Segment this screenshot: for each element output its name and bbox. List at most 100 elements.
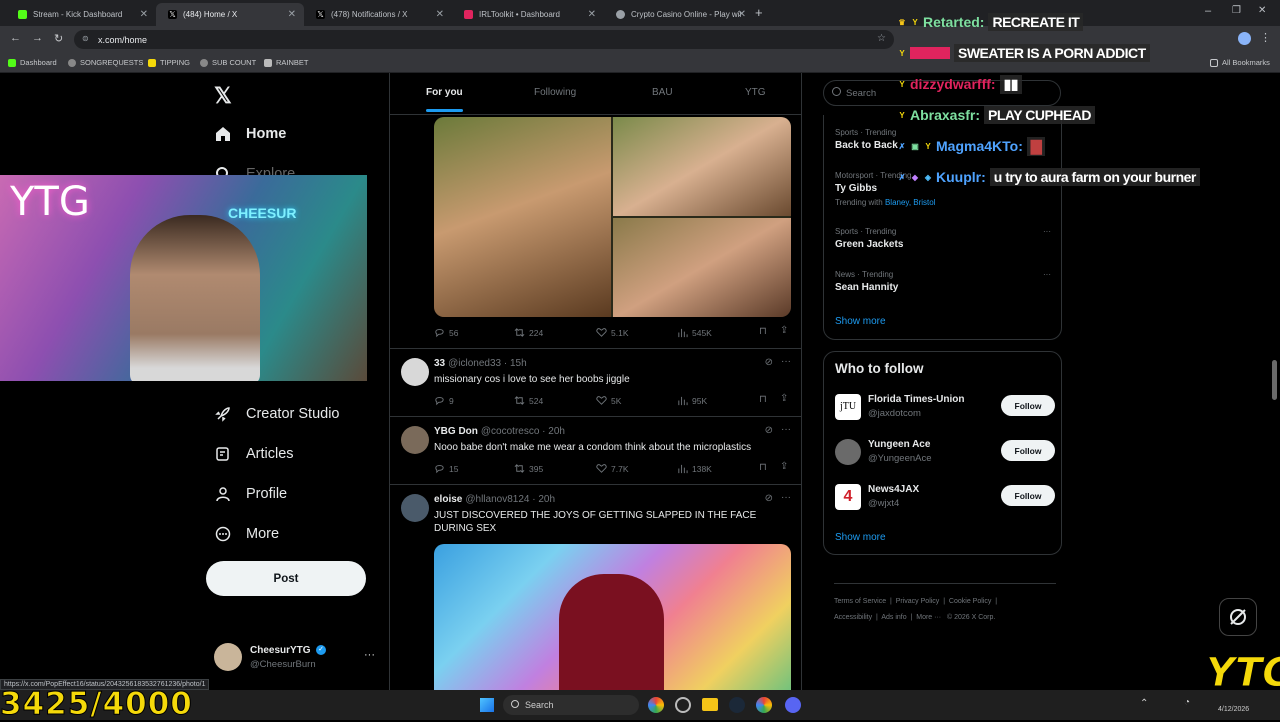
follow-suggestion[interactable]: Yungeen Ace @YungeenAce Follow bbox=[835, 437, 1055, 469]
tab-bau[interactable]: BAU bbox=[652, 87, 673, 98]
scrollbar[interactable] bbox=[1272, 360, 1277, 400]
browser-menu-icon[interactable]: ⋮ bbox=[1260, 31, 1271, 44]
post-author[interactable]: eloise @hllanov8124 · 20h bbox=[434, 494, 555, 505]
avatar[interactable] bbox=[401, 426, 429, 454]
repost-button[interactable]: 524 bbox=[514, 395, 543, 406]
close-icon[interactable]: ✕ bbox=[140, 9, 148, 20]
chrome-icon[interactable] bbox=[756, 697, 772, 713]
post-item[interactable]: eloise @hllanov8124 · 20h ⊘ ··· JUST DISC… bbox=[390, 486, 801, 693]
tab-irltoolkit[interactable]: IRLToolkit • Dashboard ✕ bbox=[452, 3, 604, 26]
window-close-icon[interactable]: ✕ bbox=[1258, 5, 1266, 16]
post-button[interactable]: Post bbox=[206, 561, 366, 596]
like-button[interactable]: 5.1K bbox=[596, 327, 629, 338]
more-horizontal-icon[interactable]: ··· bbox=[781, 424, 791, 435]
follow-suggestion[interactable]: 4 News4JAX @wjxt4 Follow bbox=[835, 482, 1055, 514]
nav-articles[interactable]: Articles bbox=[214, 445, 294, 463]
profile-avatar[interactable] bbox=[1238, 32, 1251, 45]
like-button[interactable]: 5K bbox=[596, 395, 621, 406]
more-horizontal-icon[interactable]: ··· bbox=[781, 492, 791, 503]
all-bookmarks[interactable]: All Bookmarks bbox=[1210, 58, 1270, 67]
grok-icon[interactable]: ⊘ bbox=[765, 425, 773, 436]
grok-icon[interactable]: ⊘ bbox=[765, 493, 773, 504]
bookmark-icon[interactable]: ⊓ bbox=[759, 462, 767, 473]
reload-icon[interactable]: ↻ bbox=[54, 32, 63, 45]
tab-kick-dashboard[interactable]: Stream - Kick Dashboard ✕ bbox=[6, 3, 156, 26]
tab-crypto-casino[interactable]: Crypto Casino Online - Play wit ✕ bbox=[604, 3, 754, 26]
nav-home[interactable]: Home bbox=[214, 125, 286, 143]
follow-button[interactable]: Follow bbox=[1001, 485, 1055, 506]
tab-x-home[interactable]: 𝕏 (484) Home / X ✕ bbox=[156, 3, 304, 26]
windows-start-icon[interactable] bbox=[480, 698, 494, 712]
close-icon[interactable]: ✕ bbox=[738, 9, 746, 20]
site-info-icon[interactable]: ⊜ bbox=[82, 34, 89, 43]
avatar[interactable] bbox=[401, 358, 429, 386]
repost-button[interactable]: 395 bbox=[514, 463, 543, 474]
footer-link[interactable]: Cookie Policy bbox=[949, 598, 991, 605]
footer-link[interactable]: Privacy Policy bbox=[896, 598, 940, 605]
like-button[interactable]: 7.7K bbox=[596, 463, 629, 474]
show-more-link[interactable]: Show more bbox=[835, 532, 886, 543]
bookmark-dashboard[interactable]: Dashboard bbox=[8, 58, 57, 67]
post-image[interactable] bbox=[434, 117, 611, 317]
forward-icon[interactable]: → bbox=[32, 32, 43, 44]
folder-icon[interactable] bbox=[702, 698, 718, 711]
grok-icon[interactable]: ⊘ bbox=[765, 357, 773, 368]
restore-icon[interactable]: ❐ bbox=[1232, 5, 1241, 16]
footer-link[interactable]: More ··· bbox=[916, 614, 941, 621]
grok-button[interactable] bbox=[1219, 598, 1257, 636]
trend-item[interactable]: Sports · Trending Green Jackets ··· bbox=[835, 227, 1055, 250]
bookmark-songrequests[interactable]: SONGREQUESTS bbox=[68, 58, 143, 67]
chrome-icon[interactable] bbox=[648, 697, 664, 713]
taskbar-search[interactable]: Search bbox=[503, 695, 639, 715]
wifi-icon[interactable]: ◔ bbox=[1184, 697, 1190, 708]
chevron-up-icon[interactable]: ⌃ bbox=[1140, 698, 1148, 709]
back-icon[interactable]: ← bbox=[10, 32, 21, 44]
avatar[interactable] bbox=[401, 494, 429, 522]
share-icon[interactable]: ⇪ bbox=[780, 461, 788, 472]
bookmark-tipping[interactable]: TIPPING bbox=[148, 58, 190, 67]
nav-creator-studio[interactable]: Creator Studio bbox=[214, 405, 340, 423]
tab-for-you[interactable]: For you bbox=[426, 87, 463, 112]
repost-button[interactable]: 224 bbox=[514, 327, 543, 338]
bookmark-sub-count[interactable]: SUB COUNT bbox=[200, 58, 256, 67]
x-logo-icon[interactable]: 𝕏 bbox=[214, 83, 232, 109]
post-image[interactable] bbox=[434, 544, 791, 693]
views-button[interactable]: 95K bbox=[677, 395, 707, 406]
bookmark-rainbet[interactable]: RAINBET bbox=[264, 58, 309, 67]
share-icon[interactable]: ⇪ bbox=[780, 393, 788, 404]
bookmark-icon[interactable]: ⊓ bbox=[759, 326, 767, 337]
more-horizontal-icon[interactable]: ··· bbox=[1043, 227, 1051, 236]
footer-link[interactable]: Accessibility bbox=[834, 614, 872, 621]
tab-x-notifications[interactable]: 𝕏 (478) Notifications / X ✕ bbox=[304, 3, 452, 26]
post-item[interactable]: 56 224 5.1K 545K ⊓ ⇪ bbox=[390, 116, 801, 349]
post-author[interactable]: YBG Don @cocotresco · 20h bbox=[434, 426, 565, 437]
account-switcher[interactable]: CheesurYTG ✓ @CheesurBurn ··· bbox=[214, 643, 384, 675]
post-author[interactable]: 33 @icloned33 · 15h bbox=[434, 358, 527, 369]
close-icon[interactable]: ✕ bbox=[588, 9, 596, 20]
minimize-icon[interactable]: – bbox=[1205, 5, 1211, 17]
post-image[interactable] bbox=[613, 117, 791, 216]
steam-icon[interactable] bbox=[729, 697, 745, 713]
follow-suggestion[interactable]: jTU Florida Times-Union @jaxdotcom Follo… bbox=[835, 392, 1055, 424]
show-more-link[interactable]: Show more bbox=[835, 316, 886, 327]
post-image[interactable] bbox=[613, 218, 791, 317]
footer-link[interactable]: Terms of Service bbox=[834, 598, 886, 605]
trend-item[interactable]: News · Trending Sean Hannity ··· bbox=[835, 270, 1055, 293]
bookmark-star-icon[interactable]: ☆ bbox=[877, 33, 886, 44]
follow-button[interactable]: Follow bbox=[1001, 440, 1055, 461]
post-item[interactable]: 33 @icloned33 · 15h ⊘ ··· missionary cos … bbox=[390, 350, 801, 417]
nav-more[interactable]: More bbox=[214, 525, 279, 543]
reply-button[interactable]: 56 bbox=[434, 327, 458, 338]
more-horizontal-icon[interactable]: ··· bbox=[364, 649, 375, 661]
url-bar[interactable]: ⊜ x.com/home ☆ bbox=[74, 30, 894, 49]
follow-button[interactable]: Follow bbox=[1001, 395, 1055, 416]
share-icon[interactable]: ⇪ bbox=[780, 325, 788, 336]
reply-button[interactable]: 9 bbox=[434, 395, 454, 406]
close-icon[interactable]: ✕ bbox=[436, 9, 444, 20]
more-horizontal-icon[interactable]: ··· bbox=[1043, 270, 1051, 279]
taskbar-date[interactable]: 4/12/2026 bbox=[1218, 706, 1249, 713]
new-tab-icon[interactable]: + bbox=[755, 5, 763, 20]
views-button[interactable]: 138K bbox=[677, 463, 712, 474]
footer-link[interactable]: Ads info bbox=[881, 614, 906, 621]
close-icon[interactable]: ✕ bbox=[288, 9, 296, 20]
